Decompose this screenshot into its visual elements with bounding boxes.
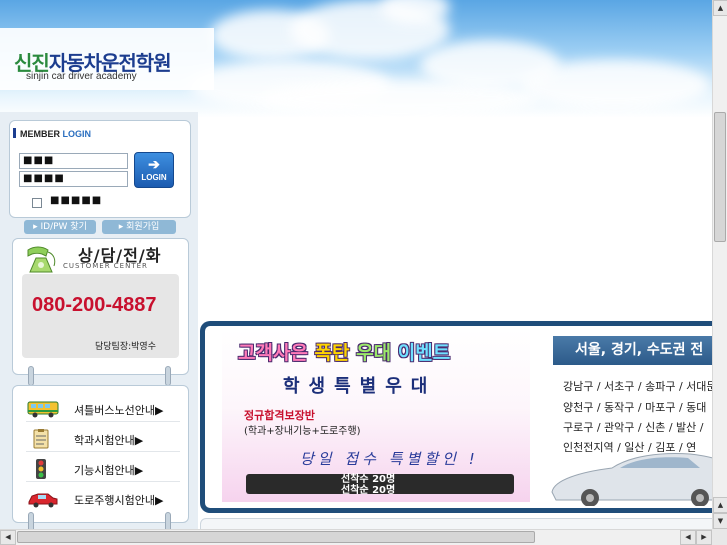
vertical-scrollbar[interactable]: ▲ ▲ ▼ xyxy=(712,0,727,529)
scroll-left-icon[interactable]: ◀ xyxy=(680,530,696,545)
menu-item-road-test[interactable]: 도로주행시험안내▶ xyxy=(26,486,180,512)
telephone-icon xyxy=(27,246,56,273)
headline-word-4: 이벤트 xyxy=(397,342,451,364)
menu-item-written-test[interactable]: 학과시험안내▶ xyxy=(26,426,180,452)
password-input[interactable]: ■■■■ xyxy=(19,171,128,187)
login-title: MEMBER LOGIN xyxy=(13,128,91,139)
headline-word-2: 폭탄 xyxy=(314,342,350,364)
id-input[interactable]: ■■■ xyxy=(19,153,128,169)
scroll-down-icon[interactable]: ▲ xyxy=(713,497,727,513)
manager-name: 담당팀장:박영수 xyxy=(95,342,156,352)
scrollbar-corner xyxy=(712,529,727,545)
scroll-left-icon[interactable]: ◀ xyxy=(0,530,16,545)
login-button[interactable]: ➔ LOGIN xyxy=(134,152,174,188)
vertical-scroll-thumb[interactable] xyxy=(714,112,726,242)
menu-item-label: 셔틀버스노선안내▶ xyxy=(74,404,164,417)
student-discount-title: 학생특별우대 xyxy=(283,376,437,397)
seat-limit-line-1: 선착수 20명 xyxy=(341,474,396,485)
seat-limit-line-2: 선착순 20명 xyxy=(341,485,396,496)
horizontal-scrollbar[interactable]: ◀ ◀ ▶ xyxy=(0,529,712,545)
save-id-label: ■■■■■ xyxy=(50,195,103,206)
car-image xyxy=(551,453,727,506)
login-title-prefix: MEMBER xyxy=(20,129,60,139)
region-line: 구로구 / 관악구 / 신촌 / 발산 / xyxy=(563,421,704,434)
bus-icon xyxy=(27,401,59,418)
menu-item-label: 학과시험안내▶ xyxy=(74,434,144,447)
car-icon xyxy=(28,493,58,508)
arrow-right-icon: ➔ xyxy=(148,156,160,172)
logo-subtitle: sinjin car driver academy xyxy=(26,71,137,82)
scroll-right-icon[interactable]: ▶ xyxy=(696,530,712,545)
region-line: 강남구 / 서초구 / 송파구 / 서대문 xyxy=(563,380,717,393)
scroll-down-icon[interactable]: ▼ xyxy=(713,513,727,529)
scroll-up-icon[interactable]: ▲ xyxy=(713,0,727,16)
login-button-label: LOGIN xyxy=(141,173,167,182)
menu-item-label: 도로주행시험안내▶ xyxy=(74,494,164,507)
horizontal-scroll-thumb[interactable] xyxy=(17,531,535,543)
headline-word-3: 우대 xyxy=(356,342,392,364)
phone-number[interactable]: 080-200-4887 xyxy=(32,294,157,317)
connector-post-left xyxy=(28,366,34,386)
service-region-title: 서울, 경기, 수도권 전 xyxy=(553,336,727,365)
menu-item-label: 기능시험안내▶ xyxy=(74,464,144,477)
connector-post-right xyxy=(165,366,171,386)
course-name: 정규합격보장반 xyxy=(244,409,315,422)
login-title-suffix: LOGIN xyxy=(62,129,92,139)
title-bar-icon xyxy=(13,128,16,138)
event-headline: 고객사은 폭탄 우대 이벤트 xyxy=(238,338,450,365)
menu-item-skills-test[interactable]: 기능시험안내▶ xyxy=(26,456,180,482)
headline-word-1: 고객사은 xyxy=(238,342,308,364)
same-day-discount-text: 당일 접수 특별할인 ! xyxy=(300,450,479,468)
menu-item-shuttle-bus[interactable]: 셔틀버스노선안내▶ xyxy=(26,396,180,422)
course-detail: (학과+장내기능+도로주행) xyxy=(244,426,361,437)
region-line: 양천구 / 동작구 / 마포구 / 동대 xyxy=(563,401,707,414)
save-id-checkbox[interactable] xyxy=(32,198,42,208)
traffic-light-icon xyxy=(36,459,46,479)
clipboard-icon xyxy=(33,429,49,449)
customer-center-subtitle: CUSTOMER CENTER xyxy=(63,262,148,270)
join-member-button[interactable]: ▸ 회원가입 xyxy=(102,220,176,234)
find-id-pw-button[interactable]: ▸ ID/PW 찾기 xyxy=(24,220,96,234)
